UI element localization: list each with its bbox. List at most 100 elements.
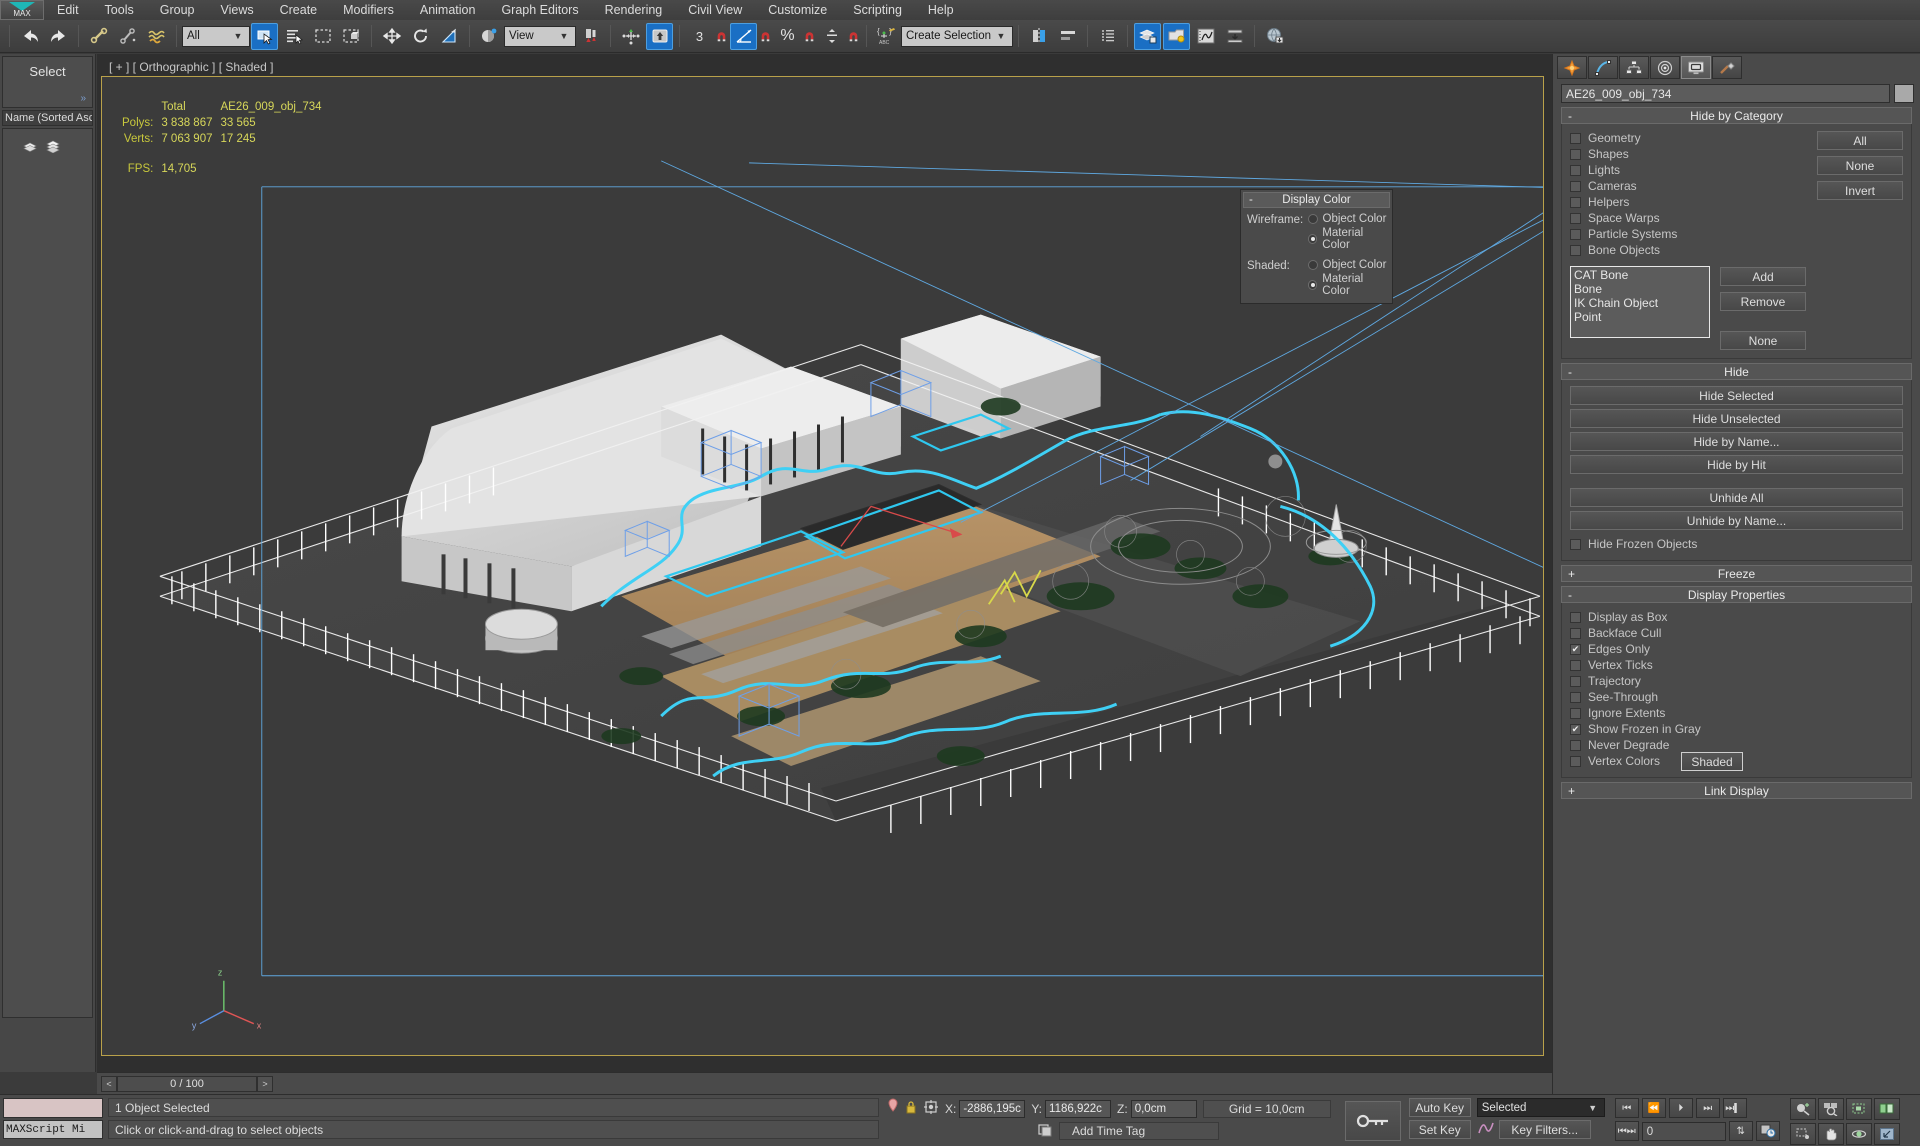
- redo-icon[interactable]: [45, 23, 72, 50]
- angle-snap-magnet-icon[interactable]: [759, 23, 772, 50]
- angle-snap-icon[interactable]: [730, 22, 757, 50]
- x-field[interactable]: -2886,195c: [959, 1099, 1026, 1118]
- checkbox-icon[interactable]: [1570, 538, 1581, 550]
- spinner-snap-magnet-icon[interactable]: [847, 23, 860, 50]
- checkbox-hide-frozen-objects[interactable]: Hide Frozen Objects: [1570, 536, 1903, 552]
- pin-icon[interactable]: [887, 1098, 899, 1119]
- percent-snap-icon[interactable]: %: [774, 23, 801, 50]
- radio-icon[interactable]: [1307, 280, 1318, 290]
- hide-selected-button[interactable]: Hide Selected: [1570, 386, 1903, 405]
- mirror-icon[interactable]: [1025, 23, 1052, 50]
- checkbox-icon[interactable]: [1570, 180, 1581, 192]
- checkbox-shapes[interactable]: Shapes: [1570, 146, 1807, 162]
- checkbox-ignore-extents[interactable]: Ignore Extents: [1570, 705, 1903, 721]
- select-scale-icon[interactable]: [436, 23, 463, 50]
- checkbox-icon[interactable]: [1570, 755, 1581, 767]
- checkbox-icon[interactable]: [1570, 196, 1581, 208]
- none-button[interactable]: None: [1817, 156, 1903, 175]
- object-name-field[interactable]: [1561, 84, 1890, 103]
- modify-tab[interactable]: [1588, 56, 1618, 79]
- reference-coordinate-combo[interactable]: View ▼: [504, 25, 576, 47]
- radio-icon[interactable]: [1307, 260, 1318, 270]
- select-move-icon[interactable]: [378, 23, 405, 50]
- layer-item[interactable]: [23, 139, 86, 153]
- previous-frame-button[interactable]: ⏪: [1641, 1098, 1666, 1118]
- zoom-all-icon[interactable]: [1817, 1098, 1844, 1120]
- selection-filter-combo[interactable]: All ▼: [182, 25, 250, 47]
- checkbox-icon[interactable]: [1570, 228, 1581, 240]
- checkbox-icon[interactable]: [1570, 164, 1581, 176]
- next-frame-button[interactable]: ⏭: [1695, 1098, 1720, 1118]
- checkbox-bone-objects[interactable]: Bone Objects: [1570, 242, 1807, 258]
- go-to-start-button[interactable]: ⏮: [1614, 1098, 1639, 1118]
- list-item[interactable]: CAT Bone: [1574, 268, 1706, 282]
- select-region-icon[interactable]: [309, 23, 336, 50]
- current-frame-spinner[interactable]: 0: [1641, 1121, 1726, 1141]
- window-crossing-icon[interactable]: [338, 23, 365, 50]
- zoom-extents-all-icon[interactable]: [1873, 1098, 1900, 1120]
- link-icon[interactable]: [85, 23, 112, 50]
- checkbox-show-frozen-in-gray[interactable]: Show Frozen in Gray: [1570, 721, 1903, 737]
- zoom-icon[interactable]: [1789, 1098, 1816, 1120]
- unhide-by-name-button[interactable]: Unhide by Name...: [1570, 511, 1903, 530]
- bind-space-warp-icon[interactable]: [143, 23, 170, 50]
- wireframe-object-color-option[interactable]: Object Color: [1307, 213, 1393, 225]
- display-color-collapse-icon[interactable]: -: [1249, 193, 1253, 208]
- collapse-icon[interactable]: -: [1568, 587, 1572, 603]
- menu-item-rendering[interactable]: Rendering: [592, 0, 676, 20]
- spinner-updown-icon[interactable]: ⇅: [1728, 1121, 1753, 1141]
- frame-prev-button[interactable]: <: [101, 1075, 117, 1092]
- orbit-icon[interactable]: [1845, 1123, 1872, 1145]
- checkbox-icon[interactable]: [1570, 723, 1581, 735]
- display-tab[interactable]: [1681, 56, 1711, 79]
- wireframe-material-color-option[interactable]: Material Color: [1307, 227, 1393, 251]
- hide-by-category-header[interactable]: - Hide by Category: [1561, 107, 1912, 124]
- checkbox-edges-only[interactable]: Edges Only: [1570, 641, 1903, 657]
- freeze-header[interactable]: + Freeze: [1561, 565, 1912, 582]
- checkbox-see-through[interactable]: See-Through: [1570, 689, 1903, 705]
- checkbox-vertex-ticks[interactable]: Vertex Ticks: [1570, 657, 1903, 673]
- list-item[interactable]: Bone: [1574, 282, 1706, 296]
- list-none-button[interactable]: None: [1720, 331, 1806, 350]
- menu-item-edit[interactable]: Edit: [44, 0, 92, 20]
- radio-icon[interactable]: [1307, 214, 1318, 224]
- add-button[interactable]: Add: [1720, 267, 1806, 286]
- menu-item-customize[interactable]: Customize: [755, 0, 840, 20]
- radio-icon[interactable]: [1307, 234, 1318, 244]
- zoom-region-icon[interactable]: [1789, 1123, 1816, 1145]
- snap-magnet-icon[interactable]: [715, 23, 728, 50]
- set-key-button[interactable]: Set Key: [1408, 1120, 1471, 1139]
- material-editor-icon[interactable]: [1192, 23, 1219, 50]
- menu-item-views[interactable]: Views: [207, 0, 266, 20]
- absolute-relative-mode-icon[interactable]: [923, 1099, 939, 1118]
- hide-by-name-button[interactable]: Hide by Name...: [1570, 432, 1903, 451]
- hierarchy-tab[interactable]: [1619, 56, 1649, 79]
- collapse-icon[interactable]: -: [1568, 108, 1572, 124]
- menu-item-scripting[interactable]: Scripting: [840, 0, 915, 20]
- invert-button[interactable]: Invert: [1817, 181, 1903, 200]
- percent-snap-magnet-icon[interactable]: [803, 23, 816, 50]
- unhide-all-button[interactable]: Unhide All: [1570, 488, 1903, 507]
- menu-item-group[interactable]: Group: [147, 0, 208, 20]
- menu-item-graph-editors[interactable]: Graph Editors: [488, 0, 591, 20]
- go-to-end-button[interactable]: ⏭▎: [1722, 1098, 1747, 1118]
- object-color-swatch[interactable]: [1894, 84, 1914, 103]
- checkbox-icon[interactable]: [1570, 675, 1581, 687]
- checkbox-icon[interactable]: [1570, 659, 1581, 671]
- list-item[interactable]: Point: [1574, 310, 1706, 324]
- checkbox-trajectory[interactable]: Trajectory: [1570, 673, 1903, 689]
- create-tab[interactable]: [1557, 56, 1587, 79]
- checkbox-particle-systems[interactable]: Particle Systems: [1570, 226, 1807, 242]
- remove-button[interactable]: Remove: [1720, 292, 1806, 311]
- checkbox-icon[interactable]: [1570, 148, 1581, 160]
- maxscript-label[interactable]: MAXScript Mi: [3, 1120, 103, 1139]
- hide-header[interactable]: - Hide: [1561, 363, 1912, 380]
- auto-key-button[interactable]: Auto Key: [1408, 1098, 1471, 1117]
- checkbox-lights[interactable]: Lights: [1570, 162, 1807, 178]
- checkbox-geometry[interactable]: Geometry: [1570, 130, 1807, 146]
- scene-explorer-list[interactable]: [2, 128, 93, 1018]
- menu-item-modifiers[interactable]: Modifiers: [330, 0, 407, 20]
- time-tag-icon[interactable]: [1037, 1123, 1053, 1140]
- viewport-label[interactable]: [ + ] [ Orthographic ] [ Shaded ]: [101, 60, 1548, 76]
- select-manipulate-icon[interactable]: [617, 23, 644, 50]
